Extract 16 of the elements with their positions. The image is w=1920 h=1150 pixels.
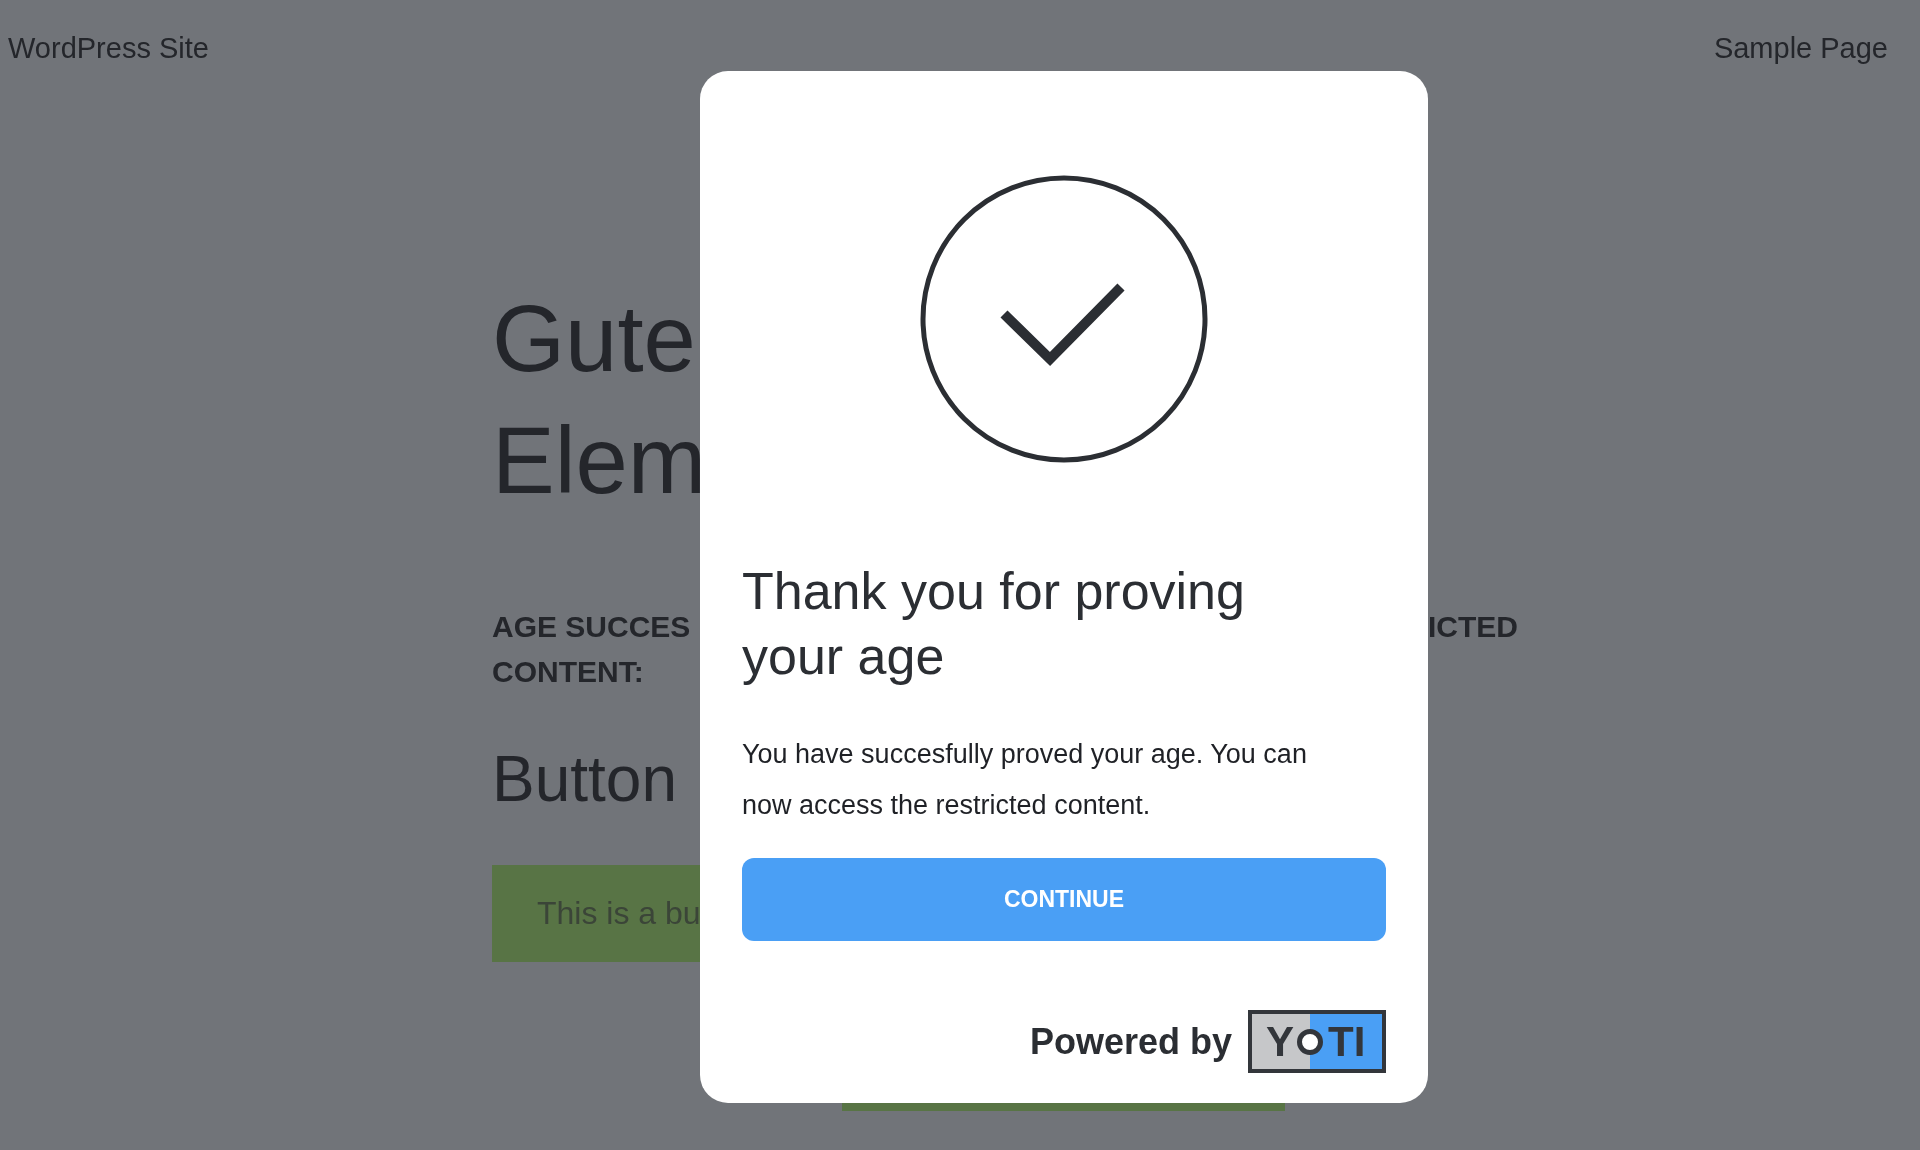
dialog-title: Thank you for proving your age	[742, 561, 1246, 687]
section-heading: Button	[492, 742, 679, 817]
page-title: Elem	[492, 407, 700, 515]
powered-by-text: Powered by	[1029, 1019, 1232, 1064]
notice-text: ICTED	[1428, 610, 1518, 643]
dialog-message: You have succesfully proved your age. You can now access the restricted content.	[742, 738, 1308, 822]
nav-link[interactable]: Sample Page	[1713, 26, 1888, 71]
page-button[interactable]	[842, 1103, 1285, 1111]
checkmark-circle-icon	[919, 174, 1209, 464]
notice-text: CONTENT:	[492, 654, 645, 690]
ring-icon	[1296, 1027, 1324, 1056]
continue-button[interactable]: CONTINUE	[742, 858, 1386, 941]
site-title[interactable]: WordPress Site	[8, 26, 209, 71]
logo: Y TI	[1248, 1010, 1386, 1073]
notice-text: AGE SUCCES	[492, 609, 692, 645]
page-title: Gute	[492, 285, 697, 393]
